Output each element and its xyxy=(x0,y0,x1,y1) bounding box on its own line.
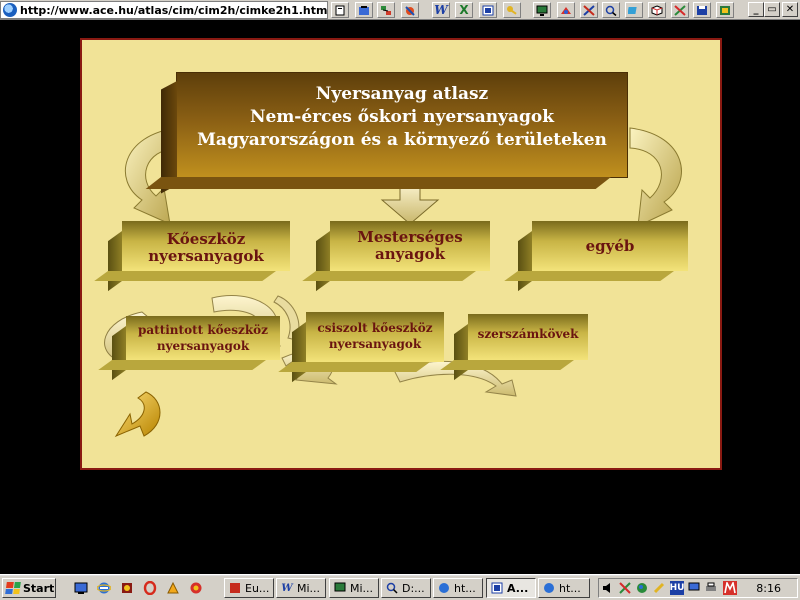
opera-icon[interactable] xyxy=(141,579,159,597)
access-icon[interactable] xyxy=(479,2,497,18)
task-button-6[interactable]: A... xyxy=(486,578,536,598)
ie-icon[interactable] xyxy=(95,579,113,597)
network-icon[interactable] xyxy=(377,2,395,18)
title-line-3: Magyarországon és a környező területeken xyxy=(197,130,607,150)
dial-icon[interactable] xyxy=(401,2,419,18)
category-label-line: Kőeszköz xyxy=(166,230,246,248)
note-icon[interactable] xyxy=(625,2,643,18)
word-icon: W xyxy=(281,582,293,594)
monitor-icon xyxy=(333,581,347,595)
pencil-icon[interactable] xyxy=(652,581,666,595)
subcategory-label-line: pattintott kőeszköz xyxy=(137,323,268,337)
taskbar: Start Eu... W Mi... Mi... D:... ht... A.… xyxy=(0,574,800,600)
category-label-line: anyagok xyxy=(375,245,445,263)
app-icon[interactable] xyxy=(187,579,205,597)
start-button[interactable]: Start xyxy=(2,578,56,598)
ie-icon xyxy=(3,3,17,17)
printer-icon[interactable] xyxy=(704,581,718,595)
title-line-2: Nem-érces őskori nyersanyagok xyxy=(249,107,555,127)
curved-arrow-right xyxy=(629,127,682,227)
task-button-7[interactable]: ht... xyxy=(538,578,590,598)
desktop-icon[interactable] xyxy=(72,579,90,597)
save-icon[interactable] xyxy=(693,2,711,18)
task-button-4[interactable]: D:... xyxy=(381,578,431,598)
close-button[interactable]: ✕ xyxy=(782,2,798,17)
category-label-line: nyersanyagok xyxy=(148,247,264,265)
windows-flag-icon xyxy=(5,582,21,594)
title-line-1: Nyersanyag atlasz xyxy=(315,84,489,104)
atlas-slide: Nyersanyag atlasz Nem-érces őskori nyers… xyxy=(80,38,722,470)
restore-button[interactable]: ▭ xyxy=(764,2,780,17)
category-koeszkoz[interactable]: Kőeszköz nyersanyagok xyxy=(94,221,290,292)
atlas-title-box: Nyersanyag atlasz Nem-érces őskori nyers… xyxy=(145,73,627,194)
ie-icon xyxy=(542,581,556,595)
monitor-icon[interactable] xyxy=(533,2,551,18)
page-icon[interactable] xyxy=(331,2,349,18)
antivirus-icon[interactable] xyxy=(723,581,737,595)
category-label-line: egyéb xyxy=(585,237,635,255)
speaker-icon[interactable] xyxy=(601,581,615,595)
excel-icon xyxy=(228,581,242,595)
task-button-5[interactable]: ht... xyxy=(433,578,483,598)
media-icon[interactable] xyxy=(118,579,136,597)
word-icon[interactable]: W xyxy=(432,2,450,18)
language-indicator[interactable]: HU xyxy=(670,581,684,595)
subcategory-label-line: szerszámkövek xyxy=(477,327,579,341)
minimize-button[interactable]: _ xyxy=(748,2,764,17)
subcategory-label-line: csiszolt kőeszköz xyxy=(317,321,433,335)
category-egyeb[interactable]: egyéb xyxy=(504,221,688,292)
monitor-icon[interactable] xyxy=(687,581,701,595)
task-button-3[interactable]: Mi... xyxy=(329,578,379,598)
app-icon[interactable] xyxy=(716,2,734,18)
excel-icon[interactable]: X xyxy=(455,2,473,18)
subcategory-label-line: nyersanyagok xyxy=(328,337,422,351)
network-icon[interactable] xyxy=(618,581,632,595)
pen-icon[interactable] xyxy=(671,2,689,18)
return-arrow xyxy=(114,391,161,438)
address-url[interactable]: http://www.ace.hu/atlas/cim/cim2h/cimke2… xyxy=(20,4,327,17)
book-icon[interactable] xyxy=(602,2,620,18)
system-tray: HU 8:16 xyxy=(598,578,798,598)
subcategory-csiszolt[interactable]: csiszolt kőeszköz nyersanyagok xyxy=(278,312,444,383)
category-label-line: Mesterséges xyxy=(357,228,463,246)
cube-icon[interactable] xyxy=(648,2,666,18)
keys-icon[interactable] xyxy=(503,2,521,18)
browser-toolbar: http://www.ace.hu/atlas/cim/cim2h/cimke2… xyxy=(0,0,800,20)
subcategory-pattintott[interactable]: pattintott kőeszköz nyersanyagok xyxy=(98,316,280,381)
winamp-icon[interactable] xyxy=(164,579,182,597)
binder-icon[interactable] xyxy=(355,2,373,18)
access-icon xyxy=(490,581,504,595)
category-mesterseges[interactable]: Mesterséges anyagok xyxy=(302,221,490,292)
task-button-1[interactable]: Eu... xyxy=(224,578,274,598)
ie-icon xyxy=(437,581,451,595)
globe-icon[interactable] xyxy=(635,581,649,595)
clock[interactable]: 8:16 xyxy=(756,582,781,595)
address-bar[interactable]: http://www.ace.hu/atlas/cim/cim2h/cimke2… xyxy=(0,1,328,19)
search-icon xyxy=(385,581,399,595)
start-label: Start xyxy=(23,581,55,595)
task-button-2[interactable]: W Mi... xyxy=(276,578,326,598)
subcategory-szerszamkovek[interactable]: szerszámkövek xyxy=(440,314,588,381)
tool-icon[interactable] xyxy=(580,2,598,18)
paint-icon[interactable] xyxy=(557,2,575,18)
subcategory-label-line: nyersanyagok xyxy=(156,339,250,353)
